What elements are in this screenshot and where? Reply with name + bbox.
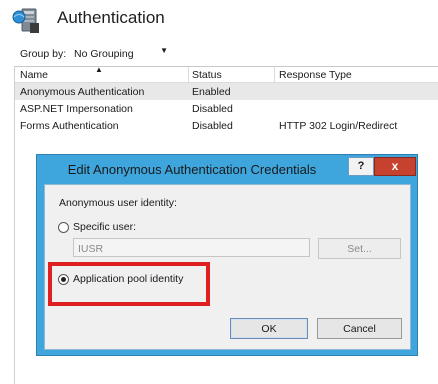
sort-ascending-icon: ▲ <box>95 65 103 74</box>
column-separator[interactable] <box>188 67 189 82</box>
radio-selected-dot <box>61 277 66 282</box>
table-row[interactable]: Forms Authentication Disabled HTTP 302 L… <box>15 117 438 134</box>
specific-user-value: IUSR <box>78 243 104 255</box>
groupby-value: No Grouping <box>74 48 134 60</box>
app-pool-identity-radio[interactable] <box>58 274 69 285</box>
page-title: Authentication <box>57 8 165 27</box>
table-header: Name ▲ Status Response Type <box>15 65 438 83</box>
chevron-down-icon: ▼ <box>160 46 168 55</box>
ok-button[interactable]: OK <box>230 318 308 339</box>
authentication-icon <box>10 6 44 36</box>
row-name: Anonymous Authentication <box>20 86 145 98</box>
identity-label: Anonymous user identity: <box>59 197 177 209</box>
groupby-select[interactable]: No Grouping ▼ <box>70 45 168 61</box>
row-response-type: HTTP 302 Login/Redirect <box>279 120 398 132</box>
cancel-button[interactable]: Cancel <box>317 318 402 339</box>
specific-user-input[interactable]: IUSR <box>73 238 310 257</box>
app-pool-identity-label[interactable]: Application pool identity <box>73 273 183 285</box>
row-status: Enabled <box>192 86 231 98</box>
edit-credentials-dialog: Edit Anonymous Authentication Credential… <box>36 154 418 356</box>
specific-user-label[interactable]: Specific user: <box>73 221 136 233</box>
column-header-name[interactable]: Name <box>20 69 48 81</box>
row-status: Disabled <box>192 120 233 132</box>
close-button[interactable]: x <box>374 157 416 176</box>
dialog-title[interactable]: Edit Anonymous Authentication Credential… <box>37 162 347 177</box>
table-row[interactable]: Anonymous Authentication Enabled <box>15 83 438 100</box>
column-separator[interactable] <box>274 67 275 82</box>
column-header-status[interactable]: Status <box>192 69 222 81</box>
help-button[interactable]: ? <box>348 157 374 176</box>
specific-user-radio[interactable] <box>58 222 69 233</box>
table-row[interactable]: ASP.NET Impersonation Disabled <box>15 100 438 117</box>
dialog-body: Anonymous user identity: Specific user: … <box>44 184 411 350</box>
column-header-response-type[interactable]: Response Type <box>279 69 352 81</box>
groupby-label: Group by: <box>20 48 67 60</box>
set-button[interactable]: Set... <box>318 238 401 259</box>
row-name: ASP.NET Impersonation <box>20 103 133 115</box>
row-status: Disabled <box>192 103 233 115</box>
row-name: Forms Authentication <box>20 120 119 132</box>
